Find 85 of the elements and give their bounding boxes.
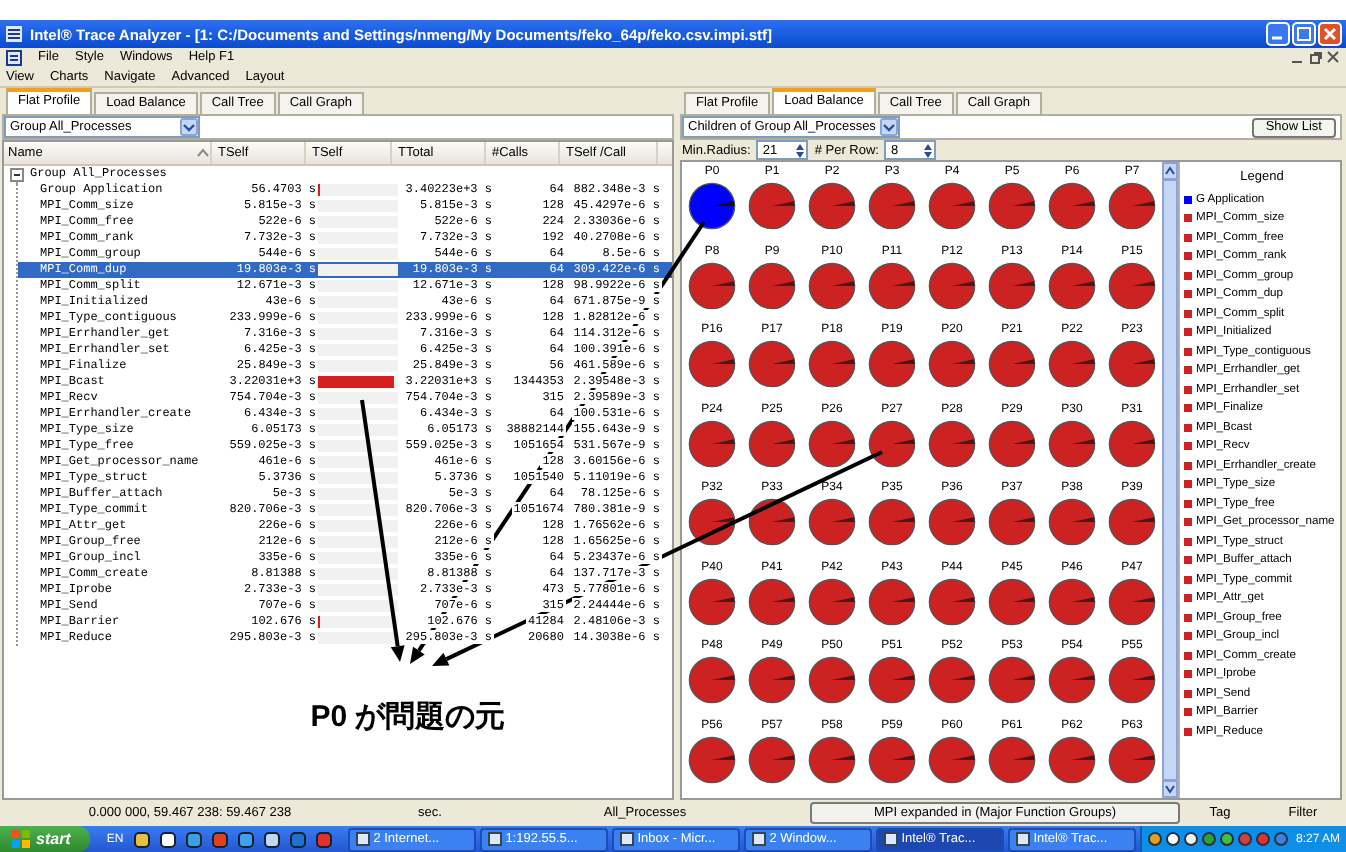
pie-chart (868, 735, 916, 783)
pie-chart (748, 498, 796, 546)
pie-chart (928, 261, 976, 309)
pie-chart (1048, 419, 1096, 467)
pie-chart (988, 182, 1036, 230)
pie-chart (688, 498, 736, 546)
pie-chart (1108, 577, 1156, 625)
pie-chart (928, 340, 976, 388)
pie-chart (1048, 735, 1096, 783)
pie-chart (808, 182, 856, 230)
pie-chart (808, 340, 856, 388)
pie-chart (868, 656, 916, 704)
pie-chart (868, 419, 916, 467)
pie-chart (928, 577, 976, 625)
dropdown-arrow-icon[interactable] (879, 118, 898, 136)
pie-chart (748, 656, 796, 704)
document-icon (6, 49, 22, 65)
pie-chart (688, 261, 736, 309)
sort-caret-icon (196, 148, 210, 158)
pie-chart (748, 340, 796, 388)
pie-chart (988, 656, 1036, 704)
pie-chart (1048, 182, 1096, 230)
pie-chart (688, 735, 736, 783)
maximize-button[interactable] (1292, 22, 1316, 46)
close-icon[interactable] (1326, 50, 1340, 64)
pie-chart (808, 261, 856, 309)
pie-chart (808, 577, 856, 625)
annotation-text: P0 が問題の元 (308, 698, 508, 736)
pie-chart (1108, 340, 1156, 388)
pie-chart (748, 735, 796, 783)
pie-chart (1108, 261, 1156, 309)
pie-chart (748, 577, 796, 625)
pie-chart (868, 182, 916, 230)
pie-chart (1108, 735, 1156, 783)
pie-chart (1048, 498, 1096, 546)
app-icon (4, 24, 24, 44)
vertical-scrollbar[interactable] (1162, 162, 1178, 798)
pie-chart (808, 735, 856, 783)
close-button[interactable] (1318, 22, 1342, 46)
pie-chart (868, 498, 916, 546)
pie-chart (748, 419, 796, 467)
pie-chart (1048, 340, 1096, 388)
minimize-button[interactable] (1266, 22, 1290, 46)
pie-chart (928, 656, 976, 704)
pie-chart (928, 735, 976, 783)
pie-chart (688, 656, 736, 704)
pie-chart (688, 419, 736, 467)
pie-chart (1048, 261, 1096, 309)
pie-chart (688, 340, 736, 388)
pie-chart (988, 498, 1036, 546)
pie-chart (988, 577, 1036, 625)
pie-chart (1048, 656, 1096, 704)
spinner-arrows-icon[interactable] (794, 141, 807, 159)
window-icon (751, 832, 766, 846)
window-icon (355, 832, 370, 846)
spinner-arrows-icon[interactable] (922, 141, 935, 159)
pie-chart (868, 340, 916, 388)
restore-icon[interactable] (1308, 50, 1322, 64)
window-icon (883, 832, 898, 846)
pie-chart (1048, 577, 1096, 625)
pie-chart (988, 261, 1036, 309)
window-icon (487, 832, 502, 846)
pie-chart (988, 419, 1036, 467)
pie-chart (928, 419, 976, 467)
pie-chart (748, 261, 796, 309)
collapse-icon[interactable] (10, 167, 24, 181)
pie-chart (688, 577, 736, 625)
pie-chart (988, 340, 1036, 388)
pie-chart (808, 419, 856, 467)
pie-chart (1108, 498, 1156, 546)
pie-chart (928, 498, 976, 546)
pie-chart (1108, 419, 1156, 467)
window-icon (619, 832, 634, 846)
pie-chart (868, 577, 916, 625)
pie-chart (988, 735, 1036, 783)
window-icon (1015, 832, 1030, 846)
dropdown-arrow-icon[interactable] (180, 118, 198, 136)
pie-chart (748, 182, 796, 230)
pie-chart (808, 498, 856, 546)
pie-chart (688, 182, 736, 230)
pie-chart (868, 261, 916, 309)
pie-chart (1108, 656, 1156, 704)
pie-chart (808, 656, 856, 704)
pie-chart (1108, 182, 1156, 230)
pie-chart (928, 182, 976, 230)
